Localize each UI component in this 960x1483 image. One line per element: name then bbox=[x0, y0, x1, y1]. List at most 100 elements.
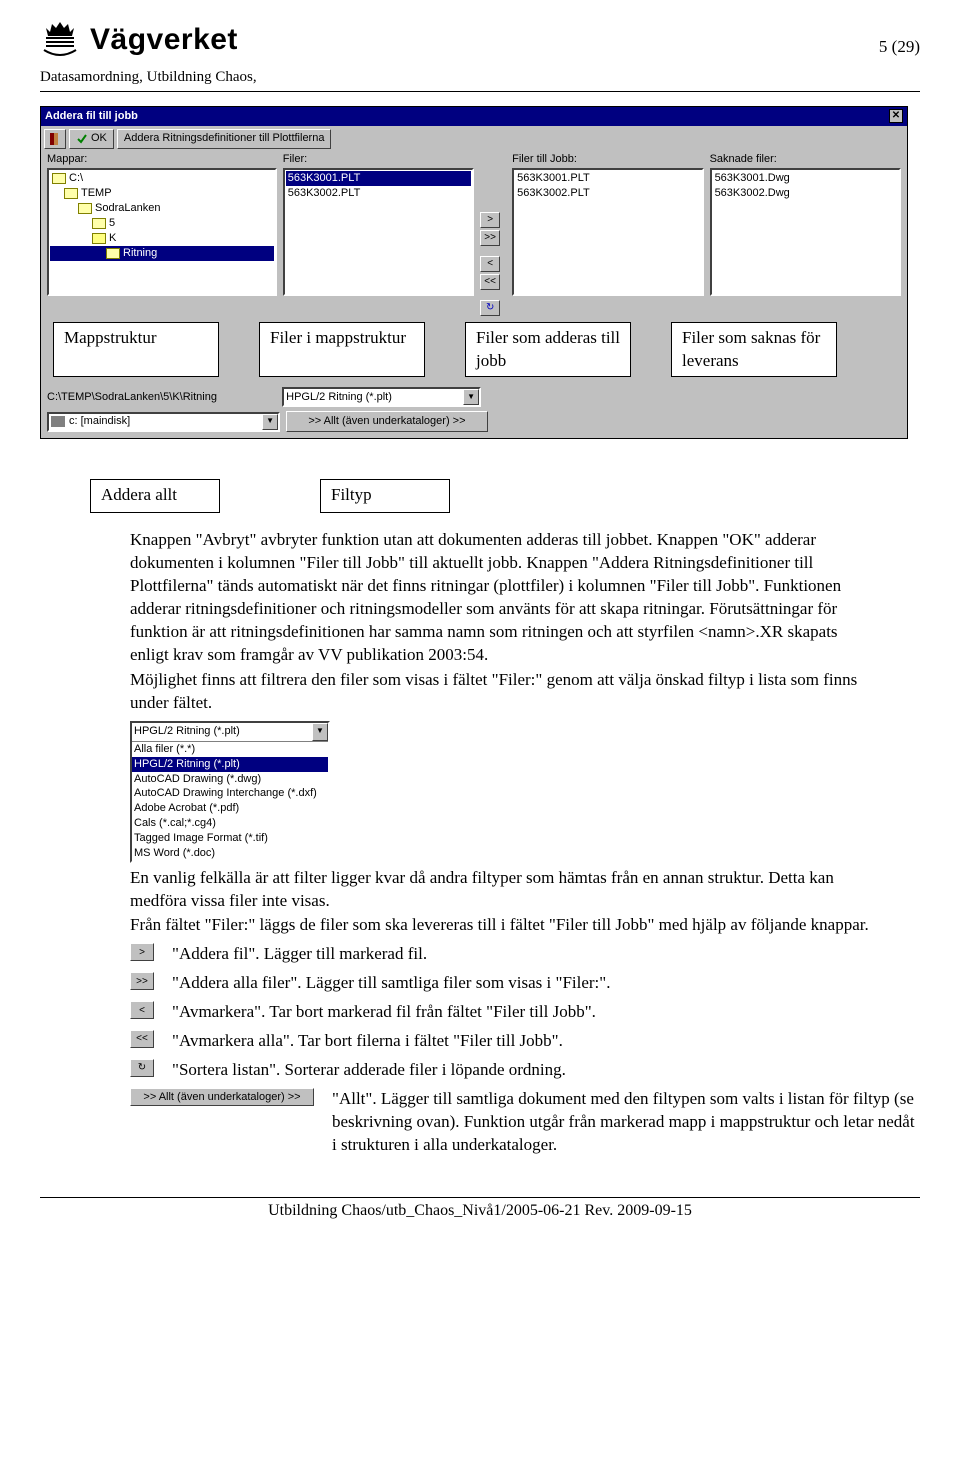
filetype-value: HPGL/2 Ritning (*.plt) bbox=[286, 390, 392, 405]
folder-icon bbox=[92, 218, 106, 229]
close-icon[interactable]: ✕ bbox=[889, 109, 903, 123]
folder-tree[interactable]: C:\TEMPSodraLanken5K Ritning bbox=[47, 168, 277, 296]
addera-definitioner-button[interactable]: Addera Ritningsdefinitioner till Plottfi… bbox=[117, 129, 332, 149]
wordmark: Vägverket bbox=[90, 20, 238, 61]
filter-option[interactable]: Adobe Acrobat (*.pdf) bbox=[132, 801, 328, 816]
toolbar: OK Addera Ritningsdefinitioner till Plot… bbox=[41, 126, 907, 152]
filter-option[interactable]: Alla filer (*.*) bbox=[132, 742, 328, 757]
folder-icon bbox=[64, 188, 78, 199]
paragraph-1b: Möjlighet finns att filtrera den filer s… bbox=[130, 669, 870, 715]
paragraph-1: Knappen "Avbryt" avbryter funktion utan … bbox=[130, 529, 870, 667]
tree-item[interactable]: SodraLanken bbox=[50, 201, 274, 216]
subhead: Datasamordning, Utbildning Chaos, bbox=[40, 67, 920, 87]
remove-all-button[interactable]: << bbox=[480, 274, 500, 290]
folder-icon bbox=[78, 203, 92, 214]
folder-icon bbox=[106, 248, 120, 259]
button-description: "Sortera listan". Sorterar adderade file… bbox=[172, 1059, 920, 1082]
saknade-label: Saknade filer: bbox=[710, 152, 901, 167]
chevron-down-icon: ▼ bbox=[463, 389, 479, 405]
page-number: 5 (29) bbox=[879, 36, 920, 59]
button-icon: << bbox=[130, 1030, 154, 1048]
footer: Utbildning Chaos/utb_Chaos_Nivå1/2005-06… bbox=[40, 1197, 920, 1222]
paragraph-2a: En vanlig felkälla är att filter ligger … bbox=[130, 867, 870, 913]
button-description-row: << "Avmarkera alla". Tar bort filerna i f… bbox=[130, 1030, 920, 1053]
button-description: "Allt". Lägger till samtliga dokument me… bbox=[332, 1088, 920, 1157]
tree-item[interactable]: TEMP bbox=[50, 186, 274, 201]
filter-option[interactable]: HPGL/2 Ritning (*.plt) bbox=[132, 757, 328, 772]
cancel-button[interactable] bbox=[44, 129, 66, 149]
filter-option[interactable]: AutoCAD Drawing (*.dwg) bbox=[132, 772, 328, 787]
tree-item-label: Ritning bbox=[123, 246, 157, 261]
filetype-combo[interactable]: HPGL/2 Ritning (*.plt) ▼ bbox=[282, 387, 481, 407]
ok-button[interactable]: OK bbox=[69, 129, 114, 149]
tree-item-label: SodraLanken bbox=[95, 201, 160, 216]
callout-filtyp: Filtyp bbox=[320, 479, 450, 513]
drive-value: c: [maindisk] bbox=[69, 414, 130, 429]
sort-button[interactable]: ↻ bbox=[480, 300, 500, 316]
filter-selected: HPGL/2 Ritning (*.plt) bbox=[134, 724, 240, 739]
folder-icon bbox=[52, 173, 66, 184]
tree-item-label: K bbox=[109, 231, 116, 246]
add-all-button[interactable]: >> bbox=[480, 230, 500, 246]
list-item[interactable]: 563K3002.PLT bbox=[286, 186, 471, 201]
button-description-row: ↻ "Sortera listan". Sorterar adderade fil… bbox=[130, 1059, 920, 1082]
button-description-row: <"Avmarkera". Tar bort markerad fil från… bbox=[130, 1001, 920, 1024]
chevron-down-icon: ▼ bbox=[312, 723, 328, 741]
button-description-row: > "Addera fil". Lägger till markerad fil. bbox=[130, 943, 920, 966]
filter-dropdown[interactable]: HPGL/2 Ritning (*.plt) ▼ Alla filer (*.*… bbox=[130, 721, 330, 863]
crown-icon bbox=[40, 20, 80, 60]
button-icon: >> bbox=[130, 972, 154, 990]
all-button[interactable]: >> Allt (även underkataloger) >> bbox=[286, 411, 488, 432]
filer-label: Filer: bbox=[283, 152, 474, 167]
filer-list[interactable]: 563K3001.PLT563K3002.PLT bbox=[283, 168, 474, 296]
callout-filer-saknas: Filer som saknas för leverans bbox=[671, 322, 837, 378]
callout-filer-i-mapp: Filer i mappstruktur bbox=[259, 322, 425, 378]
callout-addera-allt: Addera allt bbox=[90, 479, 220, 513]
button-description: "Addera fil". Lägger till markerad fil. bbox=[172, 943, 920, 966]
button-icon: < bbox=[130, 1001, 154, 1019]
dialog-title: Addera fil till jobb bbox=[45, 109, 138, 124]
tree-item[interactable]: 5 bbox=[50, 216, 274, 231]
list-item[interactable]: 563K3002.PLT bbox=[515, 186, 700, 201]
button-icon: >> Allt (även underkataloger) >> bbox=[130, 1088, 314, 1106]
paragraph-2b: Från fältet "Filer:" läggs de filer som … bbox=[130, 914, 870, 937]
filter-option[interactable]: Tagged Image Format (*.tif) bbox=[132, 831, 328, 846]
filter-option[interactable]: MS Word (*.doc) bbox=[132, 846, 328, 861]
list-item[interactable]: 563K3001.Dwg bbox=[713, 171, 898, 186]
button-description: "Avmarkera alla". Tar bort filerna i fäl… bbox=[172, 1030, 920, 1053]
button-description-row: >> Allt (även underkataloger) >> "Allt". … bbox=[130, 1088, 920, 1157]
drive-combo[interactable]: c: [maindisk] ▼ bbox=[47, 412, 280, 432]
dialog-screenshot: Addera fil till jobb ✕ OK Addera Ritning… bbox=[40, 106, 908, 440]
add-button[interactable]: > bbox=[480, 212, 500, 228]
tree-item-label: 5 bbox=[109, 216, 115, 231]
titlebar: Addera fil till jobb ✕ bbox=[41, 107, 907, 126]
button-icon: ↻ bbox=[130, 1059, 154, 1077]
checkmark-icon bbox=[76, 133, 88, 145]
list-item[interactable]: 563K3001.PLT bbox=[286, 171, 471, 186]
tree-item-label: TEMP bbox=[81, 186, 112, 201]
mappar-label: Mappar: bbox=[47, 152, 277, 167]
tree-item[interactable]: K bbox=[50, 231, 274, 246]
filer-jobb-label: Filer till Jobb: bbox=[512, 152, 703, 167]
remove-button[interactable]: < bbox=[480, 256, 500, 272]
filter-option[interactable]: AutoCAD Drawing Interchange (*.dxf) bbox=[132, 786, 328, 801]
path-label: C:\TEMP\SodraLanken\5\K\Ritning bbox=[47, 390, 276, 405]
list-item[interactable]: 563K3001.PLT bbox=[515, 171, 700, 186]
tree-item[interactable]: Ritning bbox=[50, 246, 274, 261]
ok-label: OK bbox=[91, 131, 107, 146]
tree-item-label: C:\ bbox=[69, 171, 83, 186]
filter-option[interactable]: Cals (*.cal;*.cg4) bbox=[132, 816, 328, 831]
folder-icon bbox=[92, 233, 106, 244]
filer-jobb-list[interactable]: 563K3001.PLT563K3002.PLT bbox=[512, 168, 703, 296]
list-item[interactable]: 563K3002.Dwg bbox=[713, 186, 898, 201]
door-icon bbox=[48, 132, 62, 146]
chevron-down-icon: ▼ bbox=[262, 414, 278, 430]
callout-mappstruktur: Mappstruktur bbox=[53, 322, 219, 378]
button-icon: > bbox=[130, 943, 154, 961]
callout-filer-adderas: Filer som adderas till jobb bbox=[465, 322, 631, 378]
header-rule bbox=[40, 91, 920, 92]
saknade-list[interactable]: 563K3001.Dwg563K3002.Dwg bbox=[710, 168, 901, 296]
logo: Vägverket bbox=[40, 20, 238, 61]
tree-item[interactable]: C:\ bbox=[50, 171, 274, 186]
drive-icon bbox=[51, 416, 65, 427]
